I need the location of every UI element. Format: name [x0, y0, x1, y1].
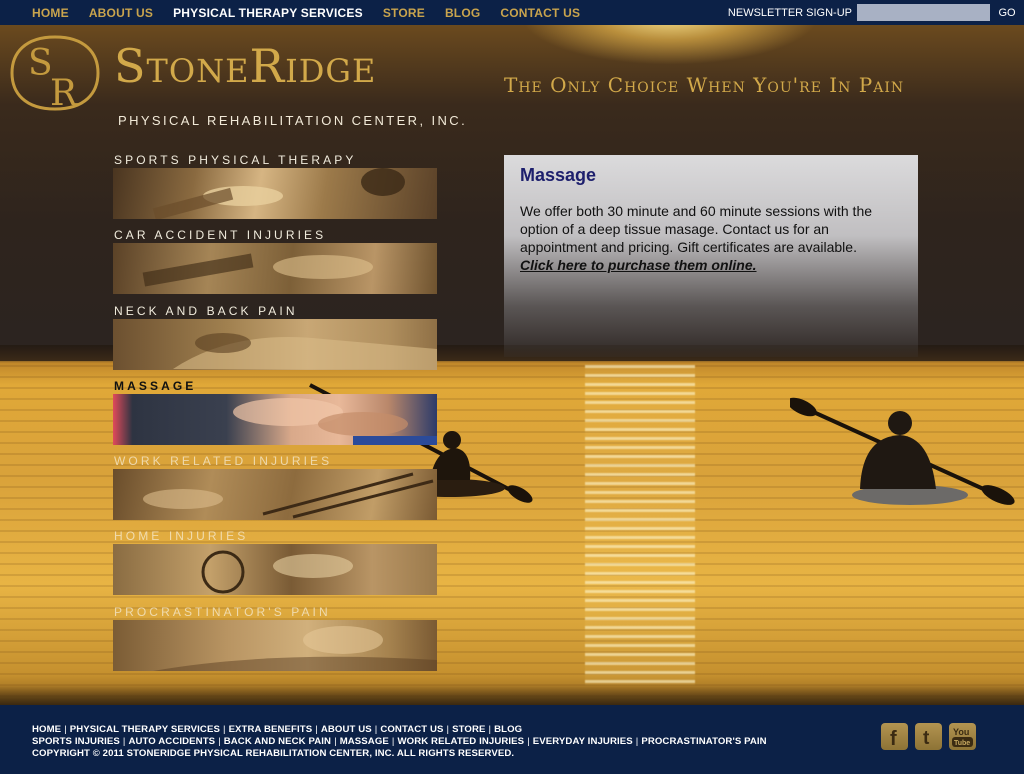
footer-copyright: COPYRIGHT © 2011 STONERIDGE PHYSICAL REH…	[32, 748, 515, 759]
service-label: PROCRASTINATOR'S PAIN	[114, 604, 331, 619]
shoreline-shadow	[0, 685, 1024, 705]
service-item-car-accident-injuries[interactable]: CAR ACCIDENT INJURIES	[113, 226, 437, 301]
footer-link-home[interactable]: HOME	[32, 724, 61, 735]
services-menu: SPORTS PHYSICAL THERAPY CAR ACCIDENT INJ…	[113, 151, 437, 678]
site-footer: HOME | PHYSICAL THERAPY SERVICES | EXTRA BEN…	[0, 705, 1024, 774]
nav-link-physical-therapy-services[interactable]: PHYSICAL THERAPY SERVICES	[173, 6, 363, 20]
svg-text:t: t	[923, 728, 930, 749]
service-item-massage[interactable]: MASSAGE	[113, 377, 437, 452]
footer-service-links: SPORTS INJURIES | AUTO ACCIDENTS | BACK AND …	[32, 736, 767, 747]
footer-link-massage[interactable]: MASSAGE	[340, 736, 389, 747]
top-navigation-bar: HOME ABOUT US PHYSICAL THERAPY SERVICES …	[0, 0, 1024, 25]
service-item-procrastinators-pain[interactable]: PROCRASTINATOR'S PAIN	[113, 603, 437, 678]
footer-link-work-related-injuries[interactable]: WORK RELATED INJURIES	[398, 736, 525, 747]
service-item-sports-physical-therapy[interactable]: SPORTS PHYSICAL THERAPY	[113, 151, 437, 226]
newsletter-label: NEWSLETTER SIGN-UP	[727, 6, 852, 19]
service-photo-procrastinators-pain[interactable]	[113, 619, 437, 671]
logo-wordmark: StoneRidge	[114, 39, 377, 93]
youtube-icon[interactable]: You Tube	[949, 723, 976, 750]
service-label: MASSAGE	[114, 378, 197, 393]
service-photo-massage[interactable]	[113, 393, 437, 445]
service-photo-sports[interactable]	[113, 168, 437, 219]
service-item-work-related-injuries[interactable]: WORK RELATED INJURIES	[113, 452, 437, 527]
nav-link-store[interactable]: STORE	[383, 6, 425, 20]
service-photo-car-accident[interactable]	[113, 243, 437, 295]
nav-link-blog[interactable]: BLOG	[445, 6, 480, 20]
footer-link-auto-accidents[interactable]: AUTO ACCIDENTS	[128, 736, 215, 747]
footer-link-procrastinators-pain[interactable]: PROCRASTINATOR'S PAIN	[641, 736, 766, 747]
newsletter-signup: NEWSLETTER SIGN-UP GO	[728, 3, 1024, 22]
service-label: HOME INJURIES	[114, 529, 249, 544]
svg-text:f: f	[890, 728, 897, 750]
newsletter-email-input[interactable]	[857, 4, 990, 21]
service-photo-work-related[interactable]	[113, 469, 437, 521]
newsletter-go-button[interactable]: GO	[990, 7, 1024, 19]
nav-link-home[interactable]: HOME	[32, 6, 69, 20]
hero-background-sunset-lake: S R StoneRidge PHYSICAL REHABILITATION C…	[0, 25, 1024, 705]
footer-link-extra-benefits[interactable]: EXTRA BENEFITS	[229, 724, 313, 735]
logo-subline: PHYSICAL REHABILITATION CENTER, INC.	[118, 113, 468, 128]
footer-main-links: HOME | PHYSICAL THERAPY SERVICES | EXTRA BEN…	[32, 724, 523, 735]
service-label: CAR ACCIDENT INJURIES	[114, 228, 327, 243]
footer-link-blog[interactable]: BLOG	[494, 724, 522, 735]
service-photo-home-injuries[interactable]	[113, 544, 437, 596]
kayaker-silhouette-right	[790, 397, 1015, 505]
footer-link-back-and-neck-pain[interactable]: BACK AND NECK PAIN	[224, 736, 331, 747]
footer-link-everyday-injuries[interactable]: EVERYDAY INJURIES	[533, 736, 633, 747]
site-tagline: The Only Choice When You're In Pain	[504, 73, 905, 97]
svg-text:Tube: Tube	[954, 740, 970, 747]
stoneridge-logo[interactable]: S R StoneRidge PHYSICAL REHABILITATION C…	[10, 33, 465, 128]
service-label: SPORTS PHYSICAL THERAPY	[114, 153, 357, 167]
svg-text:R: R	[50, 73, 78, 113]
service-label: WORK RELATED INJURIES	[114, 454, 333, 469]
content-body: We offer both 30 minute and 60 minute se…	[520, 202, 902, 274]
service-item-neck-and-back-pain[interactable]: NECK AND BACK PAIN	[113, 302, 437, 377]
nav-link-contact-us[interactable]: CONTACT US	[500, 6, 580, 20]
footer-link-sports-injuries[interactable]: SPORTS INJURIES	[32, 736, 120, 747]
sun-glow	[520, 25, 820, 65]
top-nav-links: HOME ABOUT US PHYSICAL THERAPY SERVICES …	[32, 6, 600, 20]
sr-monogram-icon: S R	[10, 35, 100, 113]
service-photo-neck-back[interactable]	[113, 318, 437, 370]
footer-link-store[interactable]: STORE	[452, 724, 485, 735]
facebook-icon[interactable]: f	[881, 723, 908, 750]
twitter-icon[interactable]: t	[915, 723, 942, 750]
content-title: Massage	[520, 165, 597, 185]
footer-link-contact-us[interactable]: CONTACT US	[380, 724, 443, 735]
svg-text:S: S	[28, 43, 53, 84]
svg-text:You: You	[953, 727, 969, 737]
footer-link-about-us[interactable]: ABOUT US	[321, 724, 372, 735]
sun-reflection-on-water	[585, 365, 695, 685]
service-item-home-injuries[interactable]: HOME INJURIES	[113, 527, 437, 602]
service-content-panel: Massage We offer both 30 minute and 60 m…	[504, 155, 918, 357]
footer-link-physical-therapy-services[interactable]: PHYSICAL THERAPY SERVICES	[70, 724, 220, 735]
service-label: NECK AND BACK PAIN	[114, 303, 298, 318]
purchase-gift-certificates-link[interactable]: Click here to purchase them online.	[520, 257, 757, 273]
content-body-text: We offer both 30 minute and 60 minute se…	[520, 203, 873, 255]
nav-link-about-us[interactable]: ABOUT US	[89, 6, 153, 20]
